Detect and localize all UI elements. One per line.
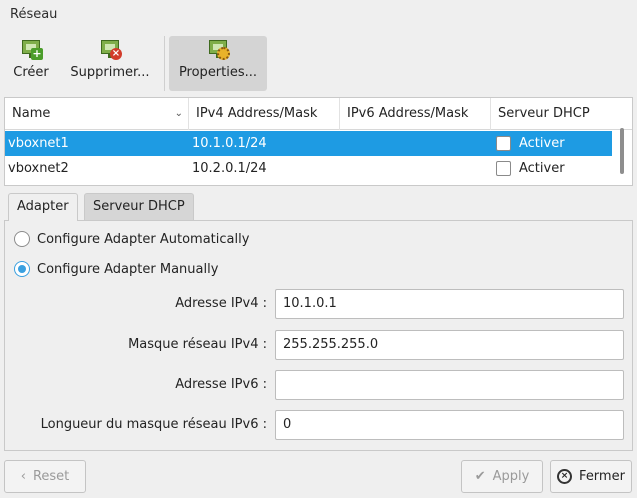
row-ipv4: 10.2.0.1/24 xyxy=(192,161,267,176)
close-label: Fermer xyxy=(579,469,625,484)
section-title: Réseau xyxy=(10,7,58,22)
column-ipv4[interactable]: IPv4 Address/Mask xyxy=(189,98,340,130)
table-row[interactable]: vboxnet2 10.2.0.1/24 Activer xyxy=(5,156,612,181)
column-ipv4-label: IPv4 Address/Mask xyxy=(196,106,318,121)
auto-config-label: Configure Adapter Automatically xyxy=(37,231,250,247)
reset-button[interactable]: ‹ Reset xyxy=(4,460,86,493)
network-remove-icon: × xyxy=(99,40,122,60)
network-table: Name ⌄ IPv4 Address/Mask IPv6 Address/Ma… xyxy=(4,97,633,186)
remove-label: Supprimer... xyxy=(70,65,150,80)
ipv6-address-label: Adresse IPv6 : xyxy=(175,377,267,392)
close-icon: × xyxy=(557,469,573,484)
network-properties-icon xyxy=(207,40,230,60)
ipv4-mask-label: Masque réseau IPv4 : xyxy=(128,337,267,352)
ipv4-address-label: Adresse IPv4 : xyxy=(175,296,267,311)
network-add-icon: + xyxy=(20,40,43,60)
sort-chevron-icon: ⌄ xyxy=(174,108,183,119)
column-name[interactable]: Name ⌄ xyxy=(5,98,189,130)
apply-button[interactable]: ✔ Apply xyxy=(461,460,543,493)
ipv4-address-input[interactable]: 10.1.0.1 xyxy=(275,289,624,319)
column-ipv6[interactable]: IPv6 Address/Mask xyxy=(340,98,491,130)
reset-label: Reset xyxy=(32,469,70,484)
row-name: vboxnet2 xyxy=(8,161,69,176)
properties-label: Properties... xyxy=(178,65,258,80)
column-dhcp-label: Serveur DHCP xyxy=(498,106,590,121)
create-button[interactable]: + Créer xyxy=(10,36,52,91)
ipv6-address-input[interactable] xyxy=(275,370,624,400)
column-ipv6-label: IPv6 Address/Mask xyxy=(347,106,469,121)
toolbar-separator xyxy=(164,36,165,91)
row-ipv4: 10.1.0.1/24 xyxy=(192,136,267,151)
table-scrollbar[interactable] xyxy=(620,128,624,174)
column-name-label: Name xyxy=(12,106,51,121)
dhcp-checkbox-label: Activer xyxy=(519,136,565,151)
ipv6-prefix-input[interactable]: 0 xyxy=(275,410,624,440)
chevron-left-icon: ‹ xyxy=(20,469,26,484)
checkmark-icon: ✔ xyxy=(474,469,486,484)
manual-config-radio[interactable] xyxy=(14,261,30,277)
table-header: Name ⌄ IPv4 Address/Mask IPv6 Address/Ma… xyxy=(5,98,632,130)
tab-adapter[interactable]: Adapter xyxy=(8,193,78,221)
ipv4-mask-input[interactable]: 255.255.255.0 xyxy=(275,330,624,360)
apply-label: Apply xyxy=(492,469,530,484)
tab-dhcp-server[interactable]: Serveur DHCP xyxy=(84,193,194,220)
column-dhcp[interactable]: Serveur DHCP xyxy=(491,98,632,130)
auto-config-radio[interactable] xyxy=(14,231,30,247)
auto-config-option[interactable]: Configure Adapter Automatically xyxy=(14,231,249,247)
row-name: vboxnet1 xyxy=(8,136,69,151)
manual-config-label: Configure Adapter Manually xyxy=(37,261,219,277)
ipv6-prefix-label: Longueur du masque réseau IPv6 : xyxy=(40,417,267,432)
properties-button[interactable]: Properties... xyxy=(169,36,267,91)
close-button[interactable]: × Fermer xyxy=(550,460,632,493)
dhcp-checkbox[interactable] xyxy=(496,136,511,151)
manual-config-option[interactable]: Configure Adapter Manually xyxy=(14,261,218,277)
dhcp-checkbox[interactable] xyxy=(496,161,511,176)
table-row[interactable]: vboxnet1 10.1.0.1/24 Activer xyxy=(5,131,612,156)
create-label: Créer xyxy=(13,65,49,80)
dhcp-checkbox-label: Activer xyxy=(519,161,565,176)
remove-button[interactable]: × Supprimer... xyxy=(66,36,154,91)
